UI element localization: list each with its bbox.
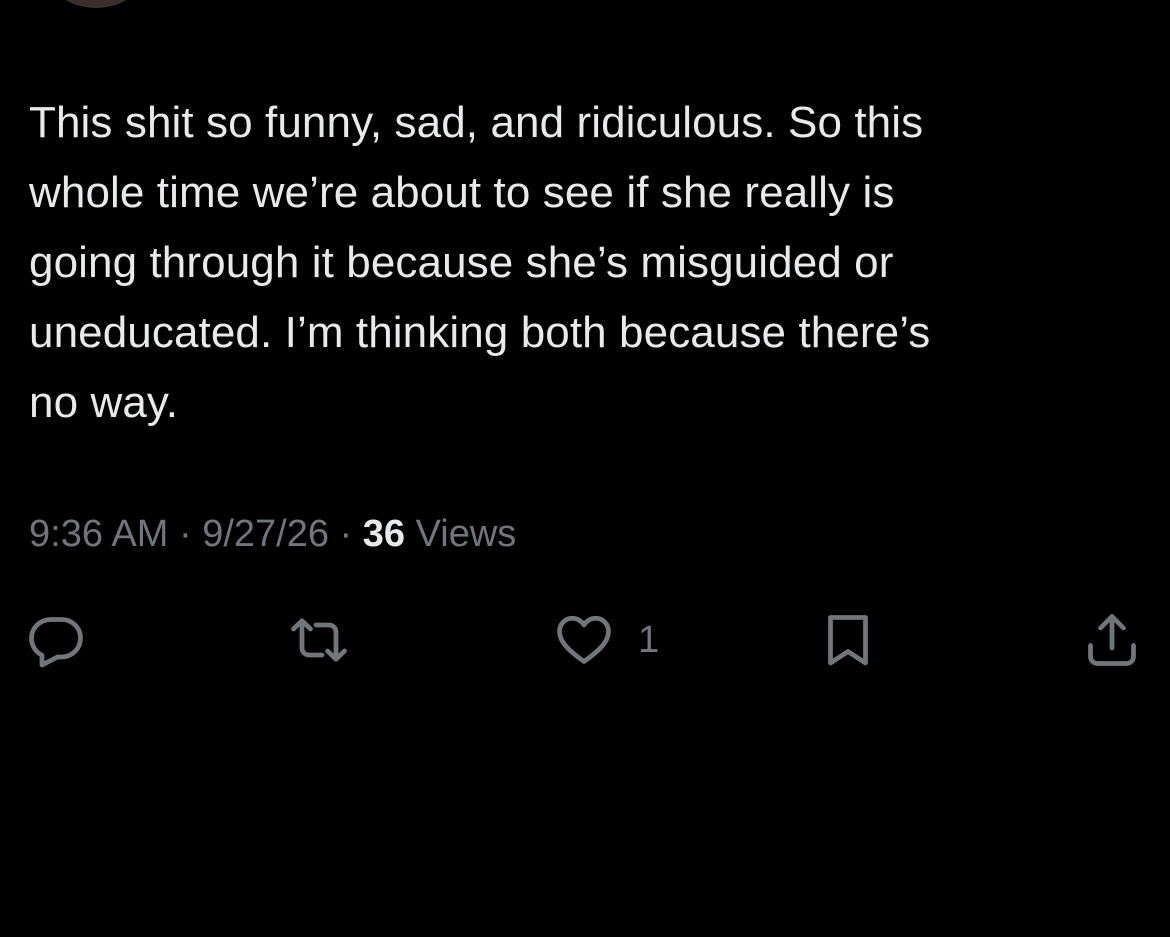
share-icon bbox=[1082, 610, 1142, 670]
share-button[interactable] bbox=[1082, 608, 1142, 672]
like-button[interactable]: 1 bbox=[554, 608, 659, 672]
meta-separator: · bbox=[168, 513, 203, 555]
bookmark-button[interactable] bbox=[818, 608, 878, 672]
reply-icon bbox=[26, 610, 86, 670]
heart-icon bbox=[554, 610, 614, 670]
tweet-text: This shit so funny, sad, and ridiculous.… bbox=[29, 98, 931, 427]
meta-separator: · bbox=[329, 513, 363, 555]
tweet-meta: 9:36 AM · 9/27/26 · 36 Views bbox=[29, 508, 516, 560]
bookmark-icon bbox=[818, 610, 878, 670]
tweet-time[interactable]: 9:36 AM bbox=[29, 513, 168, 555]
retweet-icon bbox=[289, 610, 349, 670]
action-bar: 1 bbox=[0, 600, 1170, 680]
like-count: 1 bbox=[638, 618, 660, 661]
views-label[interactable]: Views bbox=[405, 513, 517, 555]
retweet-button[interactable] bbox=[289, 608, 349, 672]
views-count[interactable]: 36 bbox=[363, 513, 405, 555]
reply-button[interactable] bbox=[26, 608, 86, 672]
tweet-date[interactable]: 9/27/26 bbox=[202, 513, 329, 555]
avatar[interactable] bbox=[56, 0, 136, 8]
